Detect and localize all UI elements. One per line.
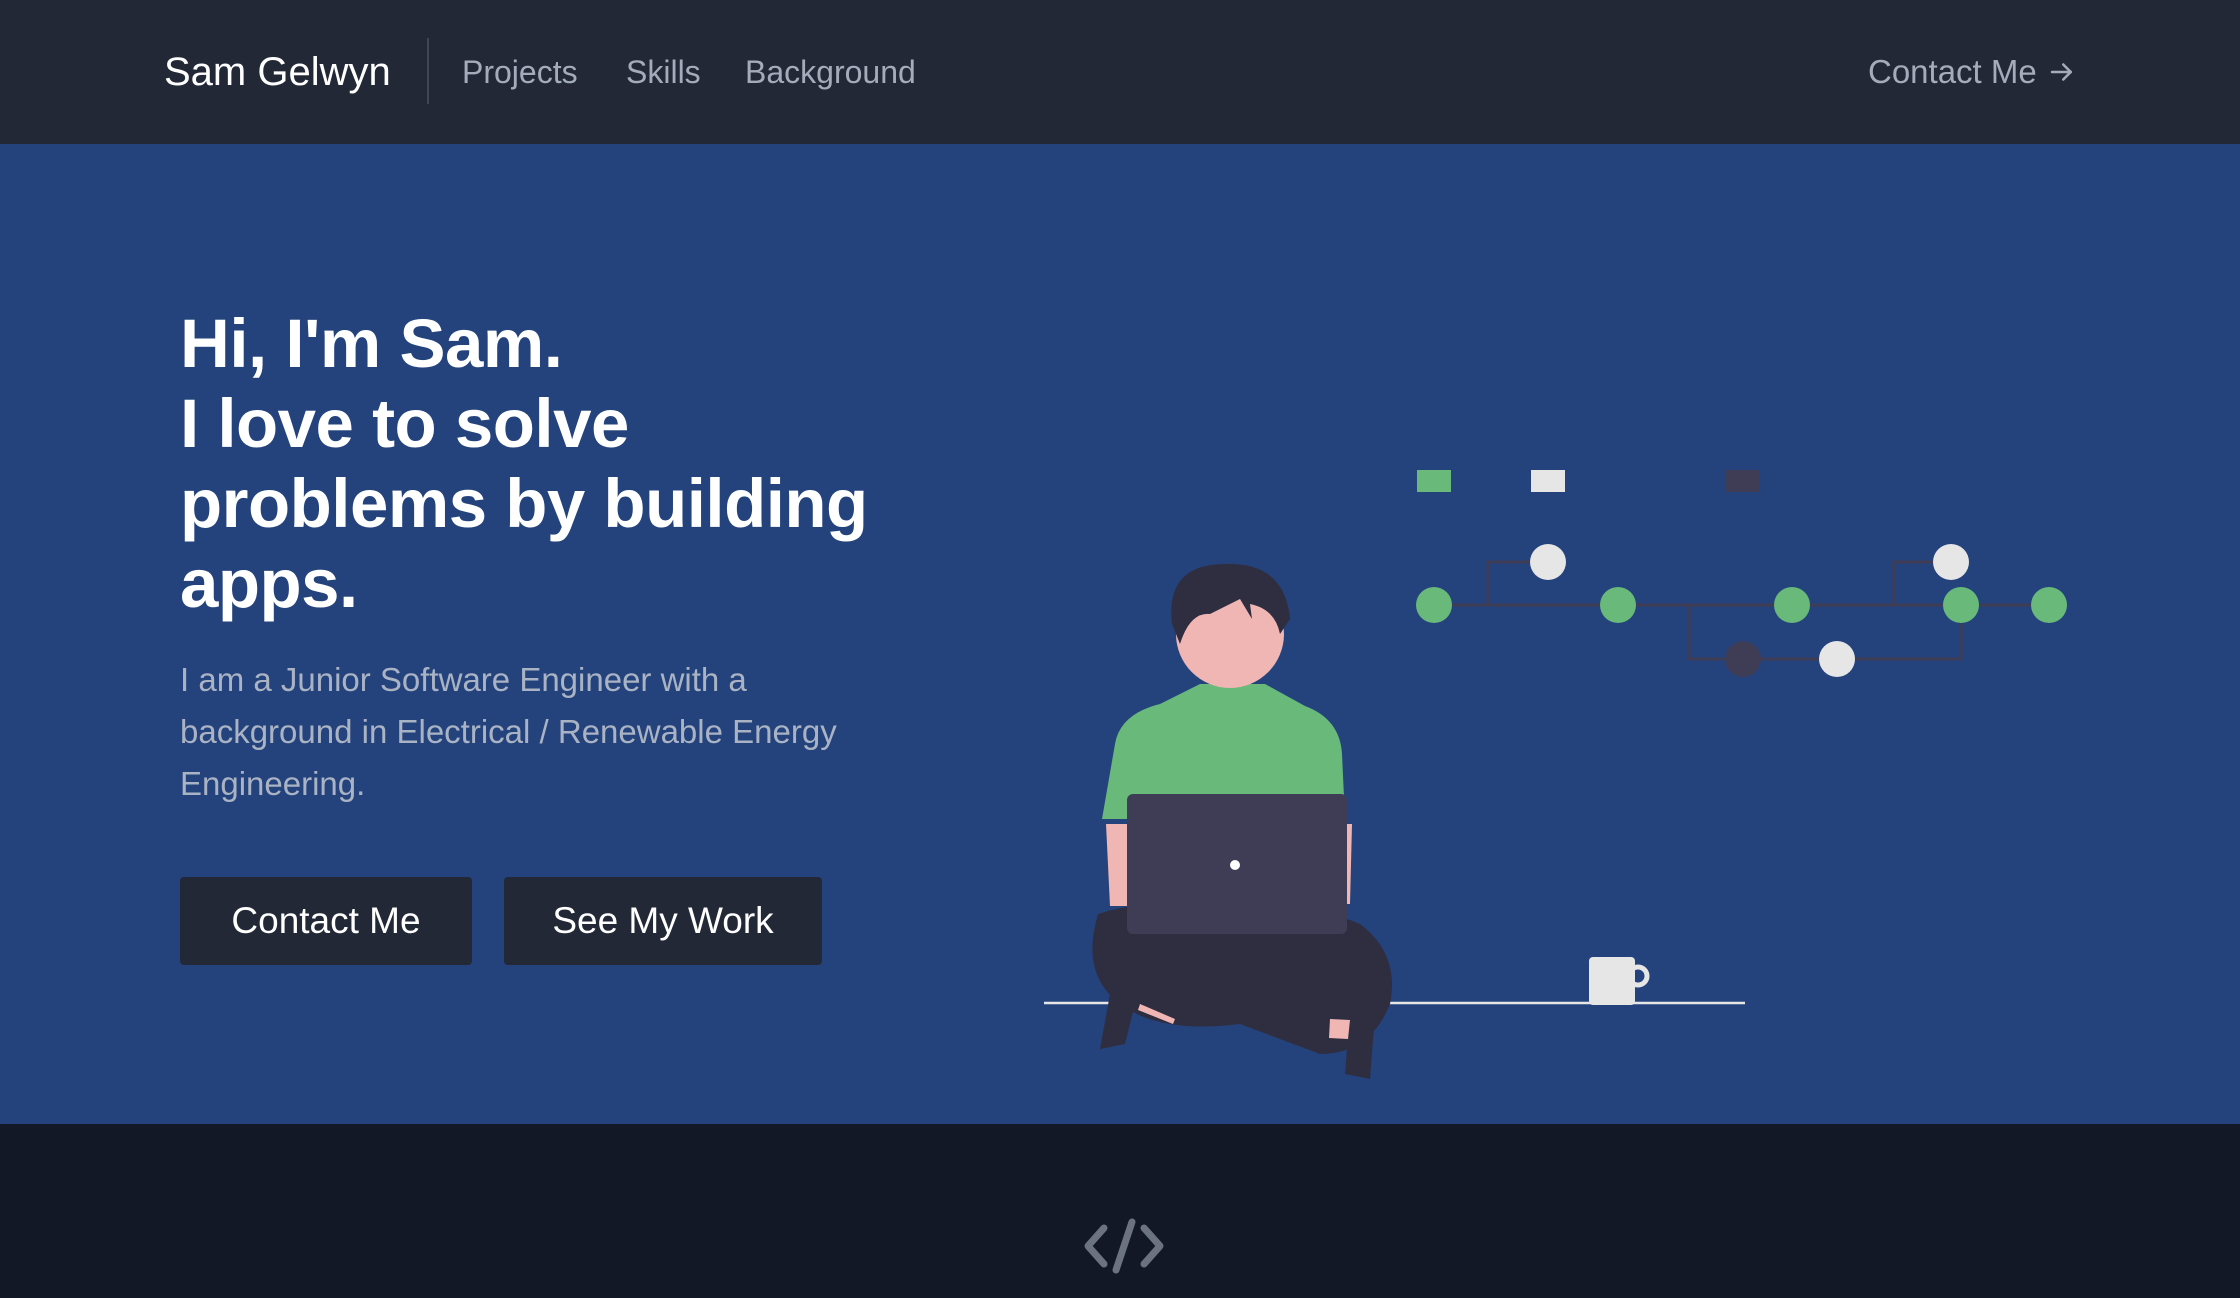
- arrow-right-icon: [2050, 63, 2072, 81]
- network-diagram: [1416, 470, 2067, 677]
- header-contact-label: Contact Me: [1868, 53, 2037, 90]
- header-contact-button[interactable]: Contact Me: [1868, 52, 2077, 92]
- hero-headline: Hi, I'm Sam. I love to solve problems by…: [180, 304, 920, 624]
- nav-link-background[interactable]: Background: [745, 52, 916, 92]
- nav-link-skills[interactable]: Skills: [626, 52, 701, 92]
- mug: [1589, 957, 1650, 1005]
- hero-section: Hi, I'm Sam. I love to solve problems by…: [0, 144, 2240, 1124]
- headline-line: Hi, I'm Sam.: [180, 305, 563, 382]
- developer-illustration: [1044, 470, 2067, 1079]
- skills-section: [0, 1124, 2240, 1298]
- see-my-work-button[interactable]: See My Work: [504, 877, 822, 965]
- intro-line: I am a Junior Software Engineer with a: [180, 661, 747, 698]
- brand-name[interactable]: Sam Gelwyn: [164, 48, 391, 96]
- headline-line: I love to solve: [180, 385, 629, 462]
- headline-line: problems by building: [180, 465, 868, 542]
- headline-line: apps.: [180, 545, 358, 622]
- intro-line: background in Electrical / Renewable Ene…: [180, 713, 837, 750]
- code-icon: [1084, 1218, 1164, 1274]
- contact-me-button[interactable]: Contact Me: [180, 877, 472, 965]
- intro-line: Engineering.: [180, 765, 366, 802]
- header-divider: [427, 38, 429, 104]
- site-header: Sam Gelwyn Projects Skills Background Co…: [0, 0, 2240, 144]
- nav-link-projects[interactable]: Projects: [462, 52, 578, 92]
- person: [1092, 563, 1392, 1079]
- hero-intro: I am a Junior Software Engineer with a b…: [180, 654, 900, 810]
